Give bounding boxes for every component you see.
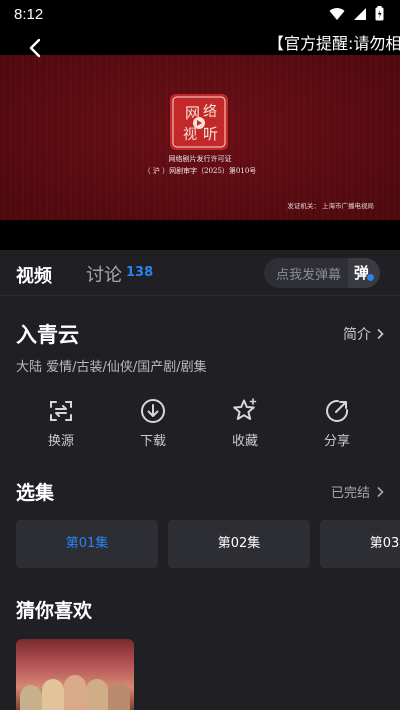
status-icons (329, 6, 384, 21)
tab-video[interactable]: 视频 (16, 262, 52, 288)
svg-text:络: 络 (203, 104, 217, 120)
thumbnail-figure (20, 685, 42, 710)
share-button[interactable]: 分享 (302, 398, 372, 449)
danmaku-toggle-button[interactable]: 弹 (348, 258, 380, 288)
action-label-share: 分享 (323, 434, 350, 449)
episode-item-selected[interactable]: 第01集 (16, 520, 158, 568)
episodes-status-link[interactable]: 已完结 (331, 482, 384, 501)
tab-discuss[interactable]: 讨论 (86, 261, 122, 287)
episodes-status: 已完结 (330, 486, 370, 501)
show-title: 入青云 (16, 323, 79, 347)
action-row: 换源 下载 收藏 分享 (0, 398, 400, 458)
recommend-section-title: 猜你喜欢 (16, 600, 93, 622)
download-button[interactable]: 下载 (118, 398, 188, 449)
danmaku-input[interactable]: 点我发弹幕 (264, 258, 348, 288)
back-arrow-icon[interactable] (24, 36, 48, 60)
thumbnail-figure (42, 679, 64, 710)
license-title: 网络剧片发行许可证 (168, 155, 232, 163)
chevron-right-icon (377, 486, 384, 497)
intro-label: 简介 (343, 327, 371, 343)
license-number: （ 沪 ）网剧审字（2025）第010号 (143, 167, 257, 175)
discuss-count-badge: 138 (126, 265, 154, 280)
wifi-icon (329, 7, 345, 20)
favorite-button[interactable]: 收藏 (210, 398, 280, 449)
danmaku-on-icon (366, 273, 375, 282)
download-icon (141, 399, 165, 423)
battery-icon (375, 6, 384, 21)
chevron-right-icon (377, 328, 384, 340)
signal-icon (354, 7, 366, 20)
status-time: 8:12 (14, 5, 44, 23)
svg-text:听: 听 (203, 125, 218, 143)
tab-bar: 视频 讨论 138 点我发弹幕 弹 (0, 250, 400, 296)
svg-text:视: 视 (183, 127, 197, 143)
recommend-thumbnail[interactable] (16, 639, 134, 710)
star-icon (233, 398, 257, 420)
action-label-switch-source: 换源 (47, 434, 74, 449)
thumbnail-figure (64, 675, 86, 710)
episode-item[interactable]: 第03集 (320, 520, 400, 568)
license-issuer: 发证机关： 上海市广播电视局 (287, 202, 374, 210)
video-player[interactable]: 8:12 【官方提醒:请勿相信 网 络 视 听 网络剧片发行许可证 （ 沪 ）网… (0, 0, 400, 250)
switch-source-icon (50, 401, 72, 421)
show-tags: 大陆 爱情/古装/仙侠/国产剧/剧集 (16, 360, 207, 375)
notice-marquee: 【官方提醒:请勿相信 (268, 34, 400, 53)
episode-item[interactable]: 第02集 (168, 520, 310, 568)
action-label-favorite: 收藏 (231, 434, 258, 449)
app-root: 8:12 【官方提醒:请勿相信 网 络 视 听 网络剧片发行许可证 （ 沪 ）网… (0, 0, 400, 710)
share-icon (326, 399, 349, 422)
license-seal-logo: 网 络 视 听 (170, 94, 228, 150)
thumbnail-figure (86, 679, 108, 710)
intro-link[interactable]: 简介 (343, 324, 384, 344)
action-label-download: 下载 (139, 434, 166, 449)
switch-source-button[interactable]: 换源 (26, 398, 96, 449)
episodes-section-title: 选集 (16, 482, 55, 504)
thumbnail-figure (108, 683, 130, 710)
